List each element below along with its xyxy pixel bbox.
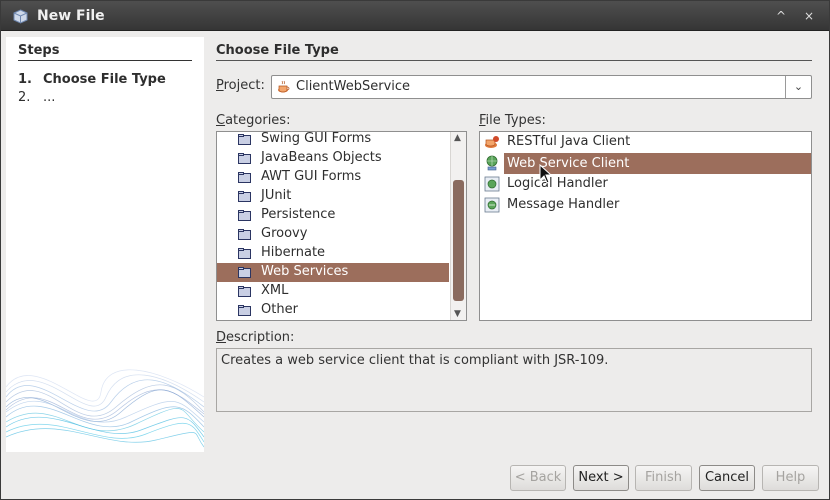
folder-icon — [238, 191, 251, 202]
back-button[interactable]: < Back — [510, 465, 566, 491]
category-item-swing-gui-forms[interactable]: Swing GUI Forms — [217, 131, 466, 149]
step-number: 1. — [18, 72, 32, 87]
file-type-item-logical-handler[interactable]: Logical Handler — [480, 174, 811, 195]
window-title: New File — [37, 8, 105, 24]
folder-icon — [238, 229, 251, 240]
description-label: Description: — [216, 330, 295, 345]
category-item-groovy[interactable]: Groovy — [217, 225, 466, 244]
folder-icon — [238, 153, 251, 164]
step-label: ... — [43, 90, 56, 105]
step-label: Choose File Type — [43, 72, 166, 87]
chevron-down-icon[interactable]: ⌄ — [785, 76, 811, 98]
file-type-item-restful-java-client[interactable]: RESTful Java Client — [480, 132, 811, 153]
category-label: Swing GUI Forms — [261, 131, 372, 146]
folder-icon — [238, 134, 251, 145]
category-item-persistence[interactable]: Persistence — [217, 206, 466, 225]
categories-list[interactable]: Swing GUI Forms JavaBeans Objects AWT GU… — [216, 131, 467, 321]
section-title: Choose File Type — [216, 43, 339, 58]
java-project-icon — [278, 80, 290, 93]
category-item-junit[interactable]: JUnit — [217, 187, 466, 206]
project-select[interactable]: ClientWebService ⌄ — [271, 75, 812, 99]
file-types-label: File Types: — [479, 113, 546, 128]
restful-client-icon — [485, 136, 499, 148]
category-label: JUnit — [261, 188, 292, 203]
mouse-cursor-icon — [539, 164, 553, 184]
folder-icon — [238, 305, 251, 316]
file-type-item-message-handler[interactable]: Message Handler — [480, 195, 811, 216]
new-file-dialog: New File ^ × Steps 1. Choose File Type 2.… — [0, 0, 830, 500]
cube-icon — [13, 9, 28, 24]
project-label: Project: — [216, 78, 265, 93]
project-value: ClientWebService — [296, 79, 411, 94]
divider — [18, 60, 192, 61]
category-label: AWT GUI Forms — [261, 169, 362, 184]
step-item-1: 1. Choose File Type — [18, 72, 166, 87]
logical-handler-icon — [484, 176, 500, 192]
divider — [216, 60, 812, 61]
steps-title: Steps — [18, 43, 60, 58]
category-item-javabeans-objects[interactable]: JavaBeans Objects — [217, 149, 466, 168]
close-button[interactable]: × — [799, 8, 819, 24]
category-label: XML — [261, 283, 289, 298]
folder-icon — [238, 210, 251, 221]
categories-scrollbar[interactable]: ▲ ▼ — [450, 132, 466, 320]
title-bar[interactable]: New File ^ × — [1, 1, 829, 31]
cancel-button[interactable]: Cancel — [699, 465, 755, 491]
steps-panel: Steps 1. Choose File Type 2.... — [6, 37, 204, 452]
category-label: Hibernate — [261, 245, 326, 260]
category-item-xml[interactable]: XML — [217, 282, 466, 301]
message-handler-icon — [484, 197, 500, 213]
category-item-hibernate[interactable]: Hibernate — [217, 244, 466, 263]
file-types-list[interactable]: RESTful Java Client Web Service Client L… — [479, 131, 812, 321]
scrollbar-thumb[interactable] — [453, 180, 464, 301]
category-label: Web Services — [261, 264, 349, 279]
category-label: Persistence — [261, 207, 336, 222]
category-label: Groovy — [261, 226, 308, 241]
category-label: JavaBeans Objects — [261, 150, 382, 165]
finish-button[interactable]: Finish — [635, 465, 692, 491]
next-button[interactable]: Next > — [573, 465, 629, 491]
decorative-wave-graphic — [6, 369, 204, 448]
folder-icon — [238, 286, 251, 297]
file-type-label: Logical Handler — [507, 176, 608, 191]
category-item-other[interactable]: Other — [217, 301, 466, 320]
button-bar: < Back Next > Finish Cancel Help — [6, 452, 826, 496]
step-item-2: 2.... — [18, 90, 55, 105]
folder-icon — [238, 267, 251, 278]
scroll-up-icon[interactable]: ▲ — [454, 133, 461, 143]
categories-label: Categories: — [216, 113, 291, 128]
step-number: 2. — [18, 90, 31, 105]
scroll-down-icon[interactable]: ▼ — [454, 309, 461, 319]
description-text: Creates a web service client that is com… — [221, 353, 609, 368]
folder-icon — [238, 248, 251, 259]
file-type-label: RESTful Java Client — [507, 134, 631, 149]
minimize-button[interactable]: ^ — [771, 8, 791, 24]
description-box: Creates a web service client that is com… — [216, 348, 812, 412]
file-type-label: Message Handler — [507, 197, 620, 212]
web-service-client-icon — [486, 155, 498, 171]
help-button[interactable]: Help — [762, 465, 819, 491]
file-type-item-web-service-client[interactable]: Web Service Client — [480, 153, 811, 174]
category-item-web-services[interactable]: Web Services — [217, 263, 449, 282]
category-label: Other — [261, 302, 298, 317]
category-item-awt-gui-forms[interactable]: AWT GUI Forms — [217, 168, 466, 187]
folder-icon — [238, 172, 251, 183]
